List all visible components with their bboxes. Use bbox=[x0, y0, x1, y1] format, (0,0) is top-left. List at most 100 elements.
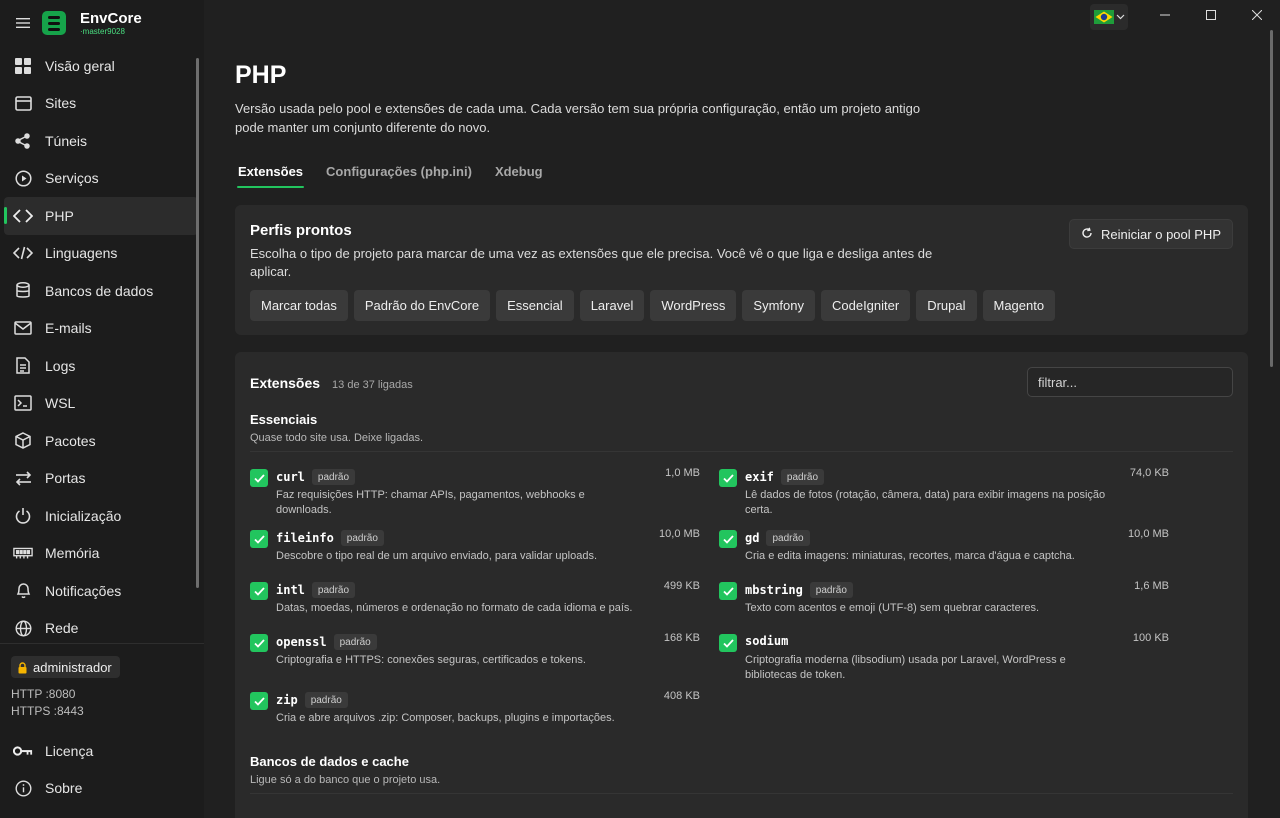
extension-size: 10,0 MB bbox=[659, 528, 700, 540]
sidebar-item-php[interactable]: PHP bbox=[4, 197, 198, 235]
extension-description: Faz requisições HTTP: chamar APIs, pagam… bbox=[276, 489, 585, 516]
sidebar-item-label: Bancos de dados bbox=[45, 282, 154, 299]
profile-codeigniter-button[interactable]: CodeIgniter bbox=[820, 290, 911, 321]
code-slash-icon bbox=[13, 243, 33, 263]
extension-description: Cria e edita imagens: miniaturas, recort… bbox=[745, 550, 1075, 562]
profile-drupal-button[interactable]: Drupal bbox=[916, 290, 977, 321]
extension-description: Lê dados de fotos (rotação, câmera, data… bbox=[745, 489, 1106, 516]
sidebar-item-label: Portas bbox=[45, 470, 86, 487]
checkbox[interactable] bbox=[719, 582, 737, 600]
sidebar-item-rede[interactable]: Rede bbox=[0, 610, 198, 648]
sidebar-item-logs[interactable]: Logs bbox=[0, 347, 198, 385]
globe-icon bbox=[13, 618, 33, 638]
sidebar-item-notificacoes[interactable]: Notificações bbox=[0, 572, 198, 610]
default-badge: padrão bbox=[766, 530, 810, 546]
user-badge: administrador bbox=[11, 656, 120, 678]
profile-symfony-button[interactable]: Symfony bbox=[742, 290, 815, 321]
extension-description: Criptografia moderna (libsodium) usada p… bbox=[745, 654, 1066, 681]
sidebar-item-visao-geral[interactable]: Visão geral bbox=[0, 47, 198, 85]
extension-name: intl padrão bbox=[276, 582, 356, 598]
sidebar-item-portas[interactable]: Portas bbox=[0, 460, 198, 498]
language-selector[interactable] bbox=[1090, 4, 1128, 30]
tab-xdebug[interactable]: Xdebug bbox=[492, 162, 546, 188]
close-button[interactable] bbox=[1234, 0, 1280, 30]
tab-configuracoes[interactable]: Configurações (php.ini) bbox=[323, 162, 475, 188]
sidebar-nav: Visão geral Sites Túneis Serviços PHP Li… bbox=[0, 47, 198, 647]
grid-icon bbox=[13, 56, 33, 76]
hamburger-menu-icon[interactable] bbox=[10, 10, 36, 36]
sidebar-item-label: PHP bbox=[45, 207, 74, 224]
branch-label: ·master9028 bbox=[80, 26, 125, 36]
filter-input[interactable] bbox=[1027, 367, 1233, 397]
default-badge: padrão bbox=[311, 582, 356, 598]
window-controls bbox=[1090, 0, 1280, 30]
sidebar-item-label: Memória bbox=[45, 545, 100, 562]
group-description: Quase todo site usa. Deixe ligadas. bbox=[250, 432, 424, 444]
sidebar-item-licenca[interactable]: Licença bbox=[0, 732, 198, 770]
play-circle-icon bbox=[13, 168, 33, 188]
profiles-card: Perfis prontos Escolha o tipo de projeto… bbox=[235, 205, 1248, 335]
sidebar-item-label: Sobre bbox=[45, 780, 83, 797]
divider bbox=[250, 793, 1233, 794]
default-badge: padrão bbox=[340, 530, 384, 546]
checkbox[interactable] bbox=[719, 634, 737, 652]
checkbox[interactable] bbox=[719, 530, 737, 548]
extension-size: 168 KB bbox=[663, 632, 700, 644]
checkbox[interactable] bbox=[250, 582, 268, 600]
code-icon bbox=[13, 206, 33, 226]
sidebar-scrollbar[interactable] bbox=[196, 58, 199, 588]
extension-size: 1,6 MB bbox=[1134, 580, 1169, 592]
sidebar-item-bancos-de-dados[interactable]: Bancos de dados bbox=[0, 272, 198, 310]
extension-size: 100 KB bbox=[1132, 632, 1169, 644]
default-badge: padrão bbox=[304, 692, 348, 708]
sidebar-item-pacotes[interactable]: Pacotes bbox=[0, 422, 198, 460]
sidebar-item-label: Linguagens bbox=[45, 245, 118, 262]
minimize-button[interactable] bbox=[1142, 0, 1188, 30]
profile-marcar-todas-button[interactable]: Marcar todas bbox=[250, 290, 348, 321]
extension-size: 74,0 KB bbox=[1129, 467, 1169, 479]
profile-buttons: Marcar todas Padrão do EnvCore Essencial… bbox=[250, 290, 1056, 321]
main-scrollbar[interactable] bbox=[1270, 30, 1273, 367]
sidebar-item-servicos[interactable]: Serviços bbox=[0, 160, 198, 198]
divider bbox=[250, 451, 1233, 452]
sidebar-item-inicializacao[interactable]: Inicialização bbox=[0, 497, 198, 535]
sidebar-item-tuneis[interactable]: Túneis bbox=[0, 122, 198, 160]
info-icon bbox=[13, 778, 33, 798]
checkbox[interactable] bbox=[250, 469, 268, 487]
sidebar-item-label: Rede bbox=[45, 620, 79, 637]
checkbox[interactable] bbox=[250, 634, 268, 652]
checkbox[interactable] bbox=[719, 469, 737, 487]
extension-size: 1,0 MB bbox=[665, 467, 700, 479]
restart-pool-button[interactable]: Reiniciar o pool PHP bbox=[1069, 219, 1233, 249]
ports-info: HTTP :8080 HTTPS :8443 bbox=[11, 686, 84, 720]
profile-essencial-button[interactable]: Essencial bbox=[496, 290, 574, 321]
refresh-icon bbox=[1081, 227, 1093, 242]
profile-wordpress-button[interactable]: WordPress bbox=[650, 290, 737, 321]
mail-icon bbox=[13, 318, 33, 338]
restart-pool-label: Reiniciar o pool PHP bbox=[1101, 226, 1221, 242]
lock-icon bbox=[17, 661, 28, 673]
checkbox[interactable] bbox=[250, 692, 268, 710]
sidebar-item-label: Licença bbox=[45, 742, 94, 759]
checkbox[interactable] bbox=[250, 530, 268, 548]
default-badge: padrão bbox=[809, 582, 853, 598]
chevron-down-icon bbox=[1116, 14, 1124, 20]
share-icon bbox=[13, 131, 33, 151]
sidebar-item-label: Serviços bbox=[45, 170, 99, 187]
sidebar-item-emails[interactable]: E-mails bbox=[0, 310, 198, 348]
sidebar-item-sites[interactable]: Sites bbox=[0, 85, 198, 123]
sidebar-bottom-nav: Licença Sobre bbox=[0, 732, 198, 807]
profile-padrao-button[interactable]: Padrão do EnvCore bbox=[353, 290, 491, 321]
profiles-description: Escolha o tipo de projeto para marcar de… bbox=[250, 246, 933, 279]
profile-magento-button[interactable]: Magento bbox=[982, 290, 1056, 321]
extension-size: 10,0 MB bbox=[1128, 528, 1169, 540]
tab-extensoes[interactable]: Extensões bbox=[235, 162, 306, 188]
sidebar-item-memoria[interactable]: Memória bbox=[0, 535, 198, 573]
sidebar-item-wsl[interactable]: WSL bbox=[0, 385, 198, 423]
maximize-button[interactable] bbox=[1188, 0, 1234, 30]
profile-laravel-button[interactable]: Laravel bbox=[579, 290, 645, 321]
sidebar-item-sobre[interactable]: Sobre bbox=[0, 770, 198, 808]
sidebar-item-label: Inicialização bbox=[45, 507, 122, 524]
extension-name: fileinfo padrão bbox=[276, 530, 384, 546]
sidebar-item-linguagens[interactable]: Linguagens bbox=[0, 235, 198, 273]
